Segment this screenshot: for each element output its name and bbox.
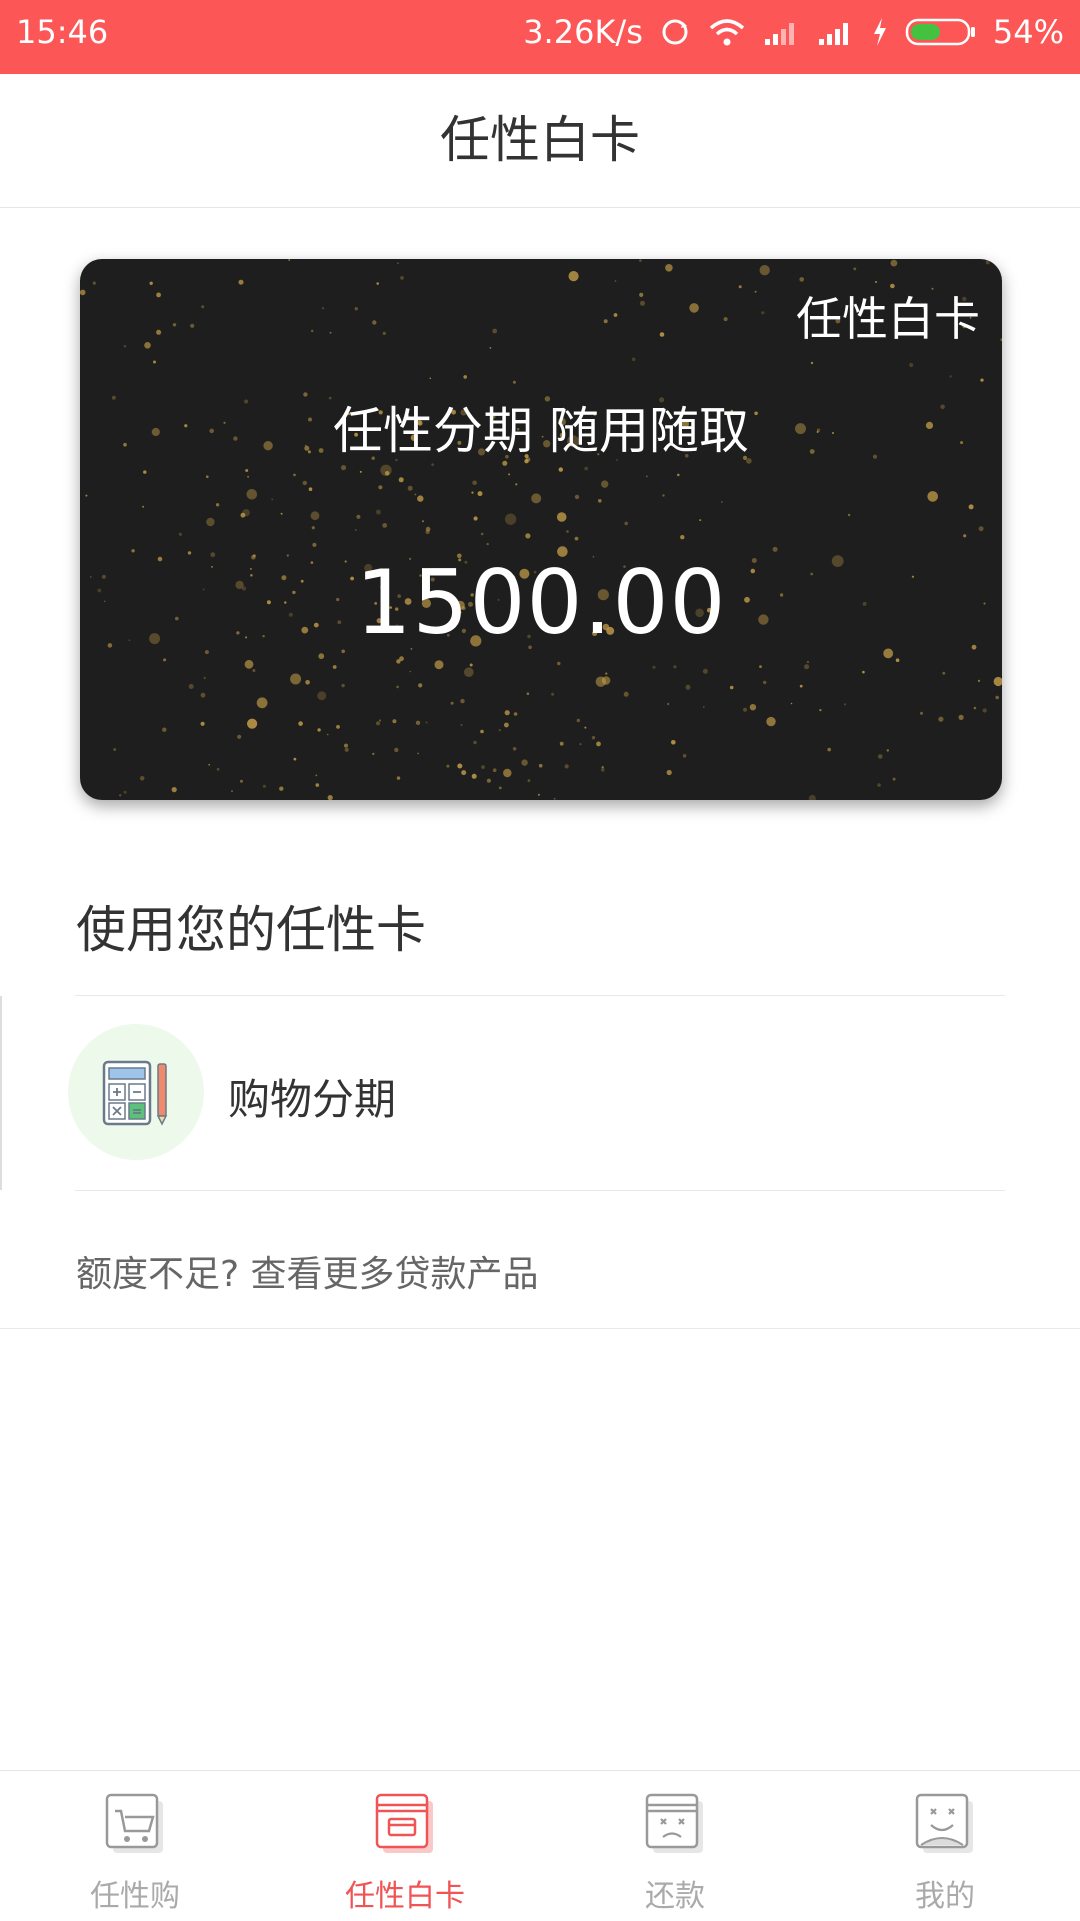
tab-label: 我的	[915, 1879, 975, 1914]
tab-label: 任性购	[90, 1879, 180, 1914]
repay-icon	[645, 1793, 703, 1853]
bottom-nav: 任性购 任性白卡 还款 我的	[0, 1770, 1080, 1921]
divider	[0, 1328, 1080, 1329]
status-bar: 15:46 3.26K/s 54%	[0, 0, 1080, 74]
battery-icon	[905, 17, 977, 47]
tab-profile[interactable]: 我的	[810, 1771, 1080, 1921]
card-slogan: 任性分期 随用随取	[333, 402, 749, 460]
tab-card[interactable]: 任性白卡	[270, 1771, 540, 1921]
signal-icon	[763, 17, 801, 47]
credit-amount: 1500.00	[355, 551, 727, 654]
sync-icon	[659, 16, 691, 48]
title-bar: 任性白卡	[0, 74, 1080, 208]
credit-card-panel[interactable]: 任性白卡 任性分期 随用随取 1500.00	[80, 259, 1002, 800]
status-icons: 3.26K/s 54%	[523, 12, 1064, 52]
list-item-label: 购物分期	[228, 1075, 397, 1124]
tab-repay[interactable]: 还款	[540, 1771, 810, 1921]
list-item-installment[interactable]: 购物分期	[0, 996, 1080, 1190]
section-heading: 使用您的任性卡	[76, 901, 426, 959]
shopping-cart-icon	[105, 1793, 163, 1853]
wifi-icon	[707, 16, 747, 48]
battery-percent: 54%	[992, 13, 1064, 51]
calculator-icon	[68, 1024, 204, 1160]
more-loans-link[interactable]: 额度不足? 查看更多贷款产品	[76, 1245, 539, 1297]
signal-icon	[817, 17, 855, 47]
battery-fill	[910, 24, 940, 40]
card-icon	[375, 1793, 433, 1853]
tab-label: 还款	[645, 1879, 705, 1914]
tab-shop[interactable]: 任性购	[0, 1771, 270, 1921]
tab-label: 任性白卡	[345, 1879, 465, 1914]
net-speed: 3.26K/s	[523, 13, 643, 51]
card-brand: 任性白卡	[796, 292, 980, 346]
status-time: 15:46	[16, 13, 109, 51]
profile-icon	[915, 1793, 973, 1853]
divider	[75, 1190, 1005, 1191]
page-title: 任性白卡	[440, 111, 640, 169]
charging-icon	[871, 16, 889, 48]
